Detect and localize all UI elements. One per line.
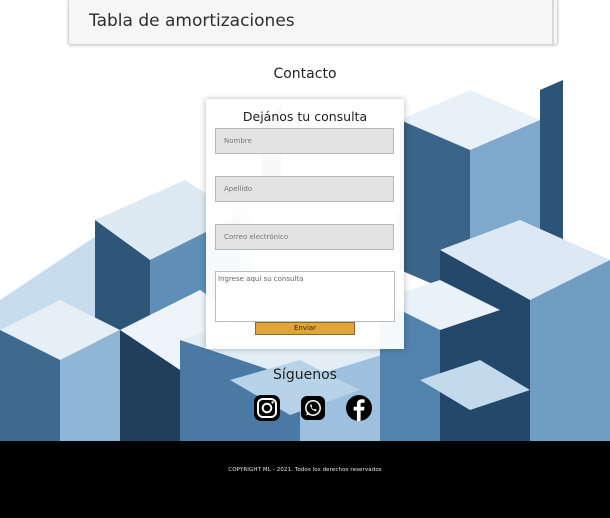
- instagram-icon[interactable]: [253, 394, 281, 422]
- lastname-input[interactable]: Apellido: [215, 176, 394, 202]
- send-button-label: Enviar: [293, 324, 317, 332]
- name-placeholder: Nombre: [224, 137, 252, 145]
- contact-section-title: Contacto: [273, 66, 337, 82]
- facebook-icon[interactable]: [345, 394, 373, 422]
- lastname-placeholder: Apellido: [224, 185, 253, 193]
- amortization-title: Tabla de amortizaciones: [89, 11, 295, 31]
- email-placeholder: Correo electrónico: [224, 233, 289, 241]
- card-edge-divider: [552, 0, 554, 44]
- form-heading: Dejános tu consulta: [242, 109, 368, 124]
- contact-form: Dejános tu consulta Nombre Apellido Corr…: [206, 99, 404, 349]
- message-textarea[interactable]: Ingrese aquí su consulta: [215, 271, 395, 322]
- follow-us-title: Síguenos: [273, 367, 337, 383]
- send-button[interactable]: Enviar: [255, 322, 355, 335]
- amortization-table-header[interactable]: Tabla de amortizaciones: [68, 0, 558, 45]
- name-input[interactable]: Nombre: [215, 128, 394, 154]
- copyright-text: COPYRIGHT ML - 2021. Todos los derechos …: [228, 467, 382, 473]
- page-footer: COPYRIGHT ML - 2021. Todos los derechos …: [0, 441, 610, 518]
- message-placeholder: Ingrese aquí su consulta: [218, 275, 304, 283]
- email-input[interactable]: Correo electrónico: [215, 224, 394, 250]
- whatsapp-icon[interactable]: [299, 394, 327, 422]
